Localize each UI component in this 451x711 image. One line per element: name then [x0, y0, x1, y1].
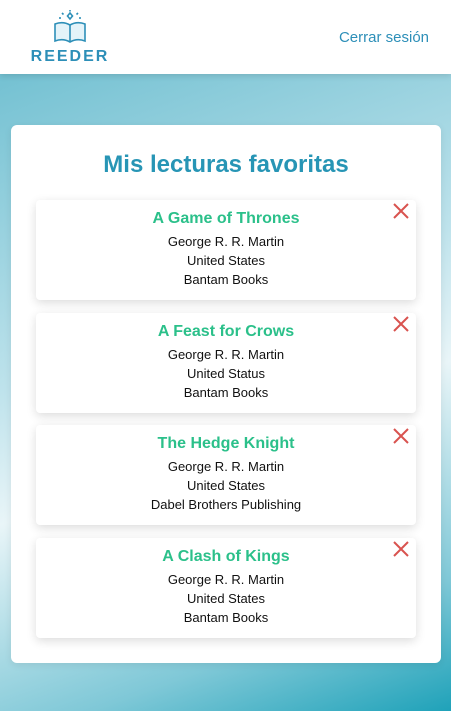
book-card: A Feast for Crows George R. R. Martin Un…	[36, 313, 416, 413]
book-card: The Hedge Knight George R. R. Martin Uni…	[36, 425, 416, 525]
book-author: George R. R. Martin	[167, 572, 285, 587]
close-x-icon[interactable]	[390, 313, 412, 335]
book-country: United States	[186, 478, 266, 493]
book-publisher: Bantam Books	[183, 385, 269, 400]
book-title: The Hedge Knight	[157, 435, 295, 452]
book-country: United Status	[186, 366, 266, 381]
close-x-icon[interactable]	[390, 200, 412, 222]
book-author: George R. R. Martin	[167, 459, 285, 474]
logo-text: REEDER	[30, 48, 110, 65]
logout-link[interactable]: Cerrar sesión	[339, 29, 429, 46]
book-title: A Feast for Crows	[157, 323, 295, 340]
book-title: A Clash of Kings	[162, 548, 290, 565]
close-x-icon[interactable]	[390, 538, 412, 560]
book-publisher: Dabel Brothers Publishing	[150, 497, 302, 512]
favorites-panel: Mis lecturas favoritas A Game of Thrones…	[11, 125, 441, 663]
book-card: A Clash of Kings George R. R. Martin Uni…	[36, 538, 416, 638]
page-title: Mis lecturas favoritas	[103, 151, 349, 178]
book-publisher: Bantam Books	[183, 610, 269, 625]
book-country: United States	[186, 591, 266, 606]
book-country: United States	[186, 253, 266, 268]
book-title: A Game of Thrones	[152, 210, 300, 227]
book-author: George R. R. Martin	[167, 234, 285, 249]
top-navbar: REEDER Cerrar sesión	[0, 0, 451, 74]
book-card: A Game of Thrones George R. R. Martin Un…	[36, 200, 416, 300]
book-diamond-icon	[54, 10, 86, 43]
app-logo[interactable]: REEDER	[30, 10, 110, 66]
book-author: George R. R. Martin	[167, 347, 285, 362]
close-x-icon[interactable]	[390, 425, 412, 447]
book-publisher: Bantam Books	[183, 272, 269, 287]
